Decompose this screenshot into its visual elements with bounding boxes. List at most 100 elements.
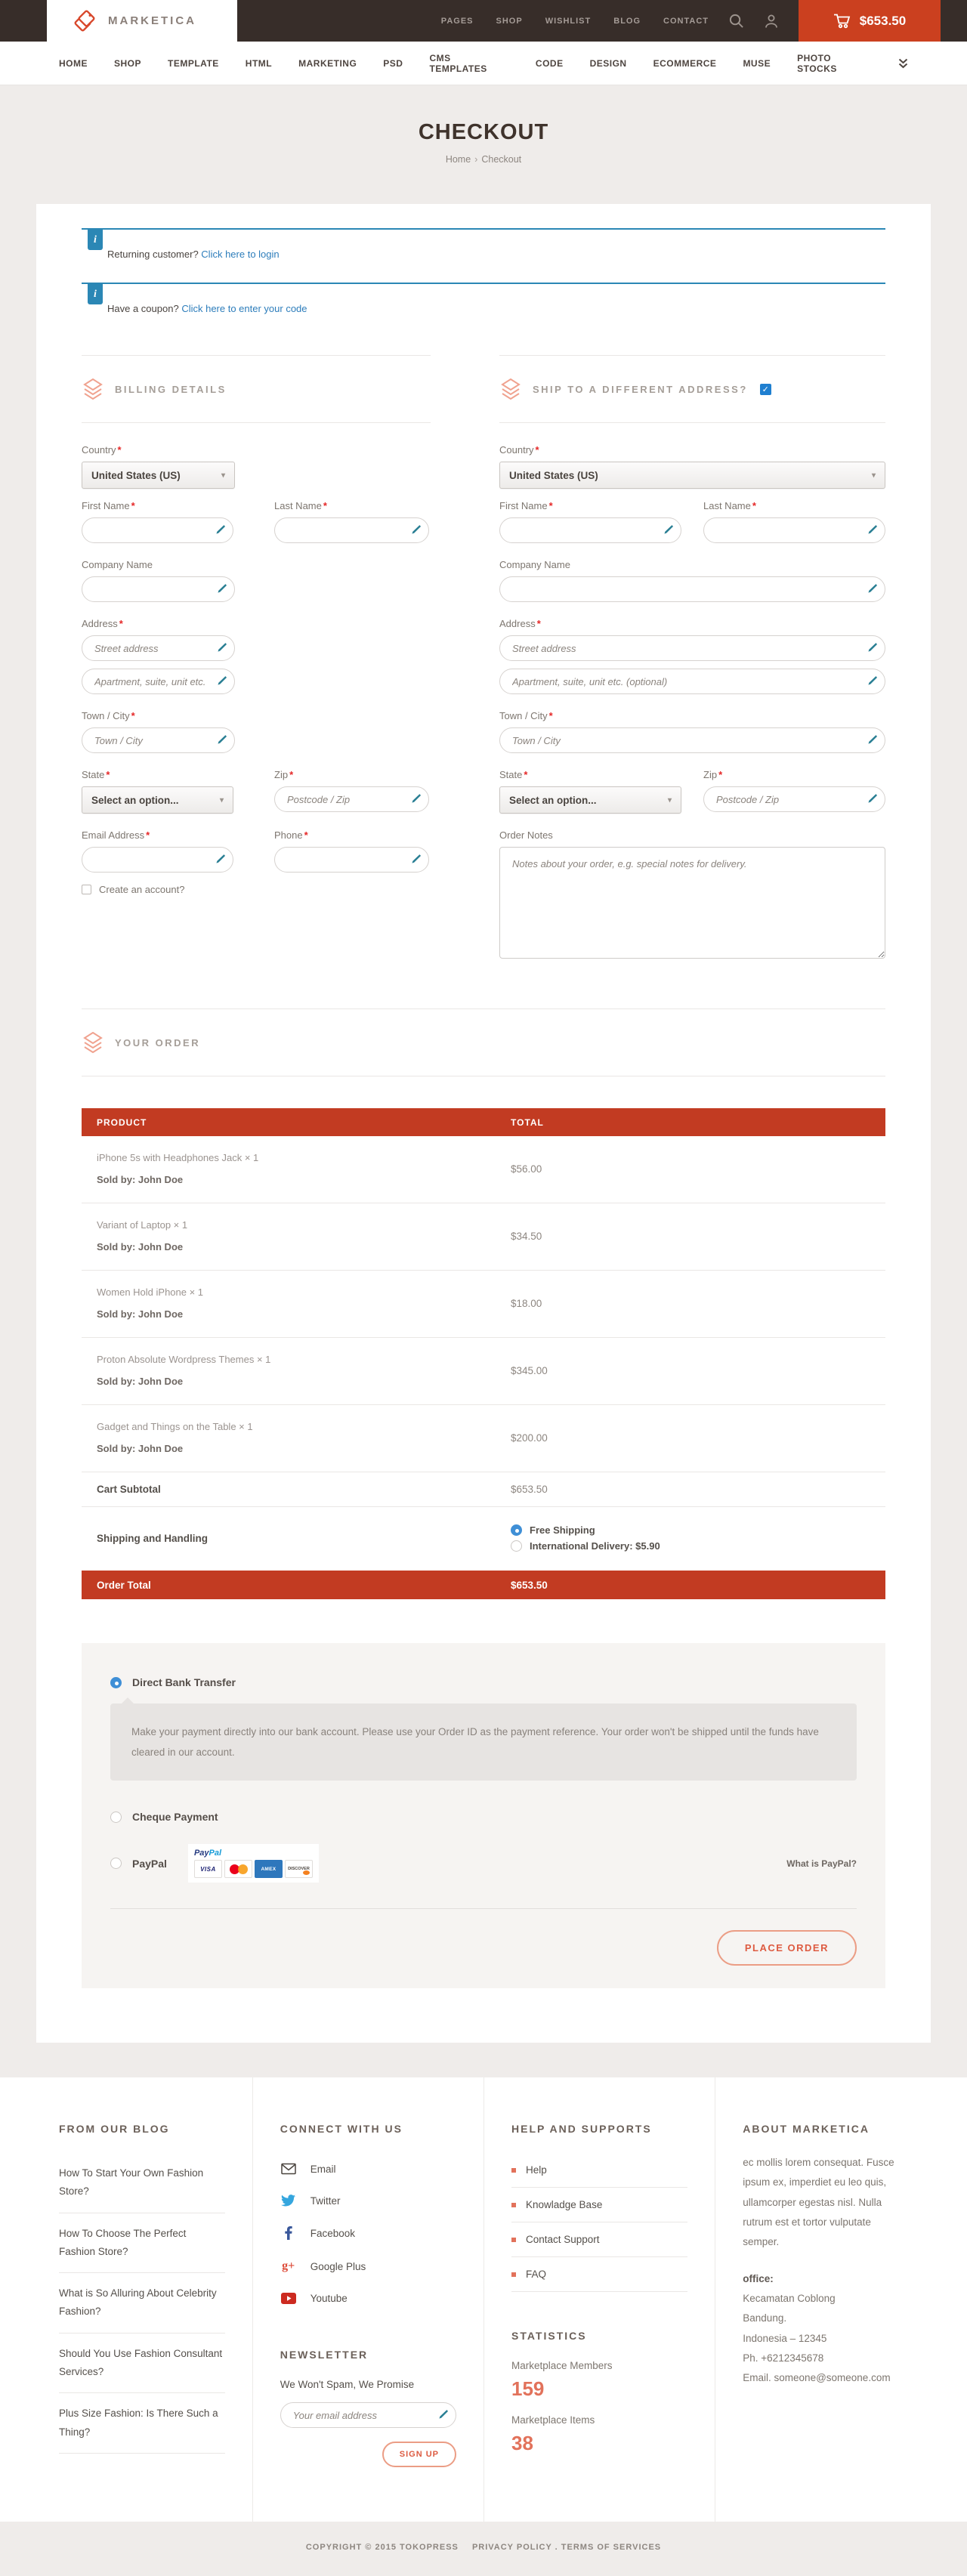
cat-nav-photo-stocks[interactable]: PHOTO STOCKS [797, 53, 872, 74]
cart-subtotal-value: $653.50 [511, 1484, 885, 1495]
top-nav-contact[interactable]: CONTACT [663, 17, 709, 26]
youtube-link[interactable]: Youtube [280, 2283, 456, 2314]
cat-nav-html[interactable]: HTML [246, 58, 272, 69]
order-item-row: Gadget and Things on the Table × 1 Sold … [82, 1405, 885, 1472]
payment-methods-panel: Direct Bank Transfer Make your payment d… [82, 1643, 885, 1988]
contact-support-link[interactable]: Contact Support [511, 2222, 687, 2257]
search-icon[interactable] [728, 0, 744, 42]
shipping-country-select[interactable]: United States (US)▾ [499, 462, 885, 489]
cart-button[interactable]: $653.50 [799, 0, 941, 42]
address-line: Bandung. [743, 2309, 908, 2328]
knowledge-base-link[interactable]: Knowladge Base [511, 2188, 687, 2222]
product-seller: Sold by: John Doe [97, 1174, 511, 1185]
cat-nav-marketing[interactable]: MARKETING [298, 58, 357, 69]
billing-street-input[interactable] [82, 635, 235, 661]
email-link[interactable]: Email [280, 2153, 456, 2185]
billing-state-label: State* [82, 769, 233, 780]
payment-method-bank-radio[interactable]: Direct Bank Transfer [110, 1676, 857, 1688]
layers-icon [83, 378, 103, 400]
blog-link[interactable]: What is So Alluring About Celebrity Fash… [59, 2273, 225, 2334]
googleplus-icon: g+ [280, 2259, 297, 2273]
create-account-checkbox[interactable]: Create an account? [82, 884, 431, 895]
billing-email-input[interactable] [82, 847, 233, 873]
square-bullet-icon [511, 2168, 516, 2173]
logo[interactable]: MARKETICA [47, 0, 237, 42]
googleplus-link[interactable]: g+ Google Plus [280, 2250, 456, 2283]
footer-policy-links[interactable]: PRIVACY POLICY . TERMS OF SERVICES [472, 2543, 661, 2552]
billing-company-input[interactable] [82, 576, 235, 602]
faq-link[interactable]: FAQ [511, 2257, 687, 2292]
blog-link[interactable]: How To Start Your Own Fashion Store? [59, 2153, 225, 2213]
shipping-company-label: Company Name [499, 559, 885, 570]
facebook-link[interactable]: Facebook [280, 2216, 456, 2250]
cat-nav-muse[interactable]: MUSE [743, 58, 771, 69]
shipping-option-international-radio[interactable]: International Delivery: $5.90 [511, 1540, 885, 1552]
top-nav-blog[interactable]: BLOG [613, 17, 641, 26]
top-nav-pages[interactable]: PAGES [441, 17, 474, 26]
blog-link[interactable]: Plus Size Fashion: Is There Such a Thing… [59, 2393, 225, 2454]
shipping-apartment-input[interactable] [499, 669, 885, 694]
payment-cards-image: PayPal VISA AMEX DISCOVER [188, 1844, 319, 1883]
blog-link[interactable]: How To Choose The Perfect Fashion Store? [59, 2213, 225, 2274]
column-product: PRODUCT [82, 1117, 511, 1128]
sign-up-button[interactable]: SIGN UP [382, 2442, 456, 2467]
address-line: Indonesia – 12345 [743, 2329, 908, 2349]
email-icon [280, 2163, 297, 2175]
top-nav-shop[interactable]: SHOP [496, 17, 523, 26]
billing-first-name-input[interactable] [82, 517, 233, 543]
place-order-button[interactable]: PLACE ORDER [717, 1930, 857, 1966]
billing-last-name-input[interactable] [274, 517, 429, 543]
cat-nav-psd[interactable]: PSD [383, 58, 403, 69]
top-nav-wishlist[interactable]: WISHLIST [545, 17, 592, 26]
billing-phone-input[interactable] [274, 847, 429, 873]
cat-nav-ecommerce[interactable]: ECOMMERCE [653, 58, 717, 69]
cat-nav-home[interactable]: HOME [59, 58, 88, 69]
shipping-town-input[interactable] [499, 727, 885, 753]
order-notes-textarea[interactable] [499, 847, 885, 959]
shipping-street-input[interactable] [499, 635, 885, 661]
twitter-link[interactable]: Twitter [280, 2185, 456, 2216]
shipping-column: SHIP TO A DIFFERENT ADDRESS? ✓ Country* … [499, 355, 885, 974]
footer-blog-column: FROM OUR BLOG How To Start Your Own Fash… [32, 2077, 252, 2522]
blog-link[interactable]: Should You Use Fashion Consultant Servic… [59, 2334, 225, 2394]
product-name: Proton Absolute Wordpress Themes × 1 [97, 1354, 511, 1365]
shipping-company-input[interactable] [499, 576, 885, 602]
newsletter-email-input[interactable] [280, 2402, 456, 2428]
coupon-link[interactable]: Click here to enter your code [181, 303, 307, 314]
billing-country-select[interactable]: United States (US)▾ [82, 462, 235, 489]
chevron-double-down-icon[interactable] [898, 58, 908, 69]
caret-down-icon: ▾ [221, 471, 225, 480]
shipping-address-label: Address* [499, 618, 885, 629]
billing-apartment-input[interactable] [82, 669, 235, 694]
breadcrumb: Home›Checkout [0, 154, 967, 165]
shipping-first-name-input[interactable] [499, 517, 681, 543]
breadcrumb-home[interactable]: Home [446, 154, 471, 165]
cat-nav-design[interactable]: DESIGN [590, 58, 627, 69]
user-icon[interactable] [764, 0, 779, 42]
cat-nav-code[interactable]: CODE [536, 58, 564, 69]
statistics-heading: STATISTICS [511, 2330, 687, 2342]
stat-value: 38 [511, 2432, 687, 2455]
stat-label: Marketplace Items [511, 2414, 687, 2426]
shipping-state-select[interactable]: Select an option...▾ [499, 786, 681, 814]
help-link[interactable]: Help [511, 2153, 687, 2188]
cat-nav-template[interactable]: TEMPLATE [168, 58, 219, 69]
shipping-option-free-radio[interactable]: Free Shipping [511, 1524, 885, 1536]
payment-method-cheque-radio[interactable]: Cheque Payment [110, 1811, 857, 1823]
page-title: CHECKOUT [0, 120, 967, 145]
billing-state-select[interactable]: Select an option...▾ [82, 786, 233, 814]
order-total-row: Order Total $653.50 [82, 1571, 885, 1599]
billing-zip-input[interactable] [274, 786, 429, 812]
category-nav: HOME SHOP TEMPLATE HTML MARKETING PSD CM… [0, 42, 967, 85]
what-is-paypal-link[interactable]: What is PayPal? [786, 1858, 857, 1869]
login-link[interactable]: Click here to login [201, 249, 279, 260]
breadcrumb-current: Checkout [481, 154, 521, 165]
shipping-last-name-input[interactable] [703, 517, 885, 543]
ship-to-different-address-checkbox[interactable]: ✓ [760, 384, 771, 395]
cat-nav-shop[interactable]: SHOP [114, 58, 141, 69]
billing-town-input[interactable] [82, 727, 235, 753]
shipping-zip-input[interactable] [703, 786, 885, 812]
address-line: Kecamatan Coblong [743, 2289, 908, 2309]
payment-method-paypal-radio[interactable]: PayPal PayPal VISA AMEX DISCOVER What is… [110, 1844, 857, 1883]
cat-nav-cms-templates[interactable]: CMS TEMPLATES [429, 53, 508, 74]
